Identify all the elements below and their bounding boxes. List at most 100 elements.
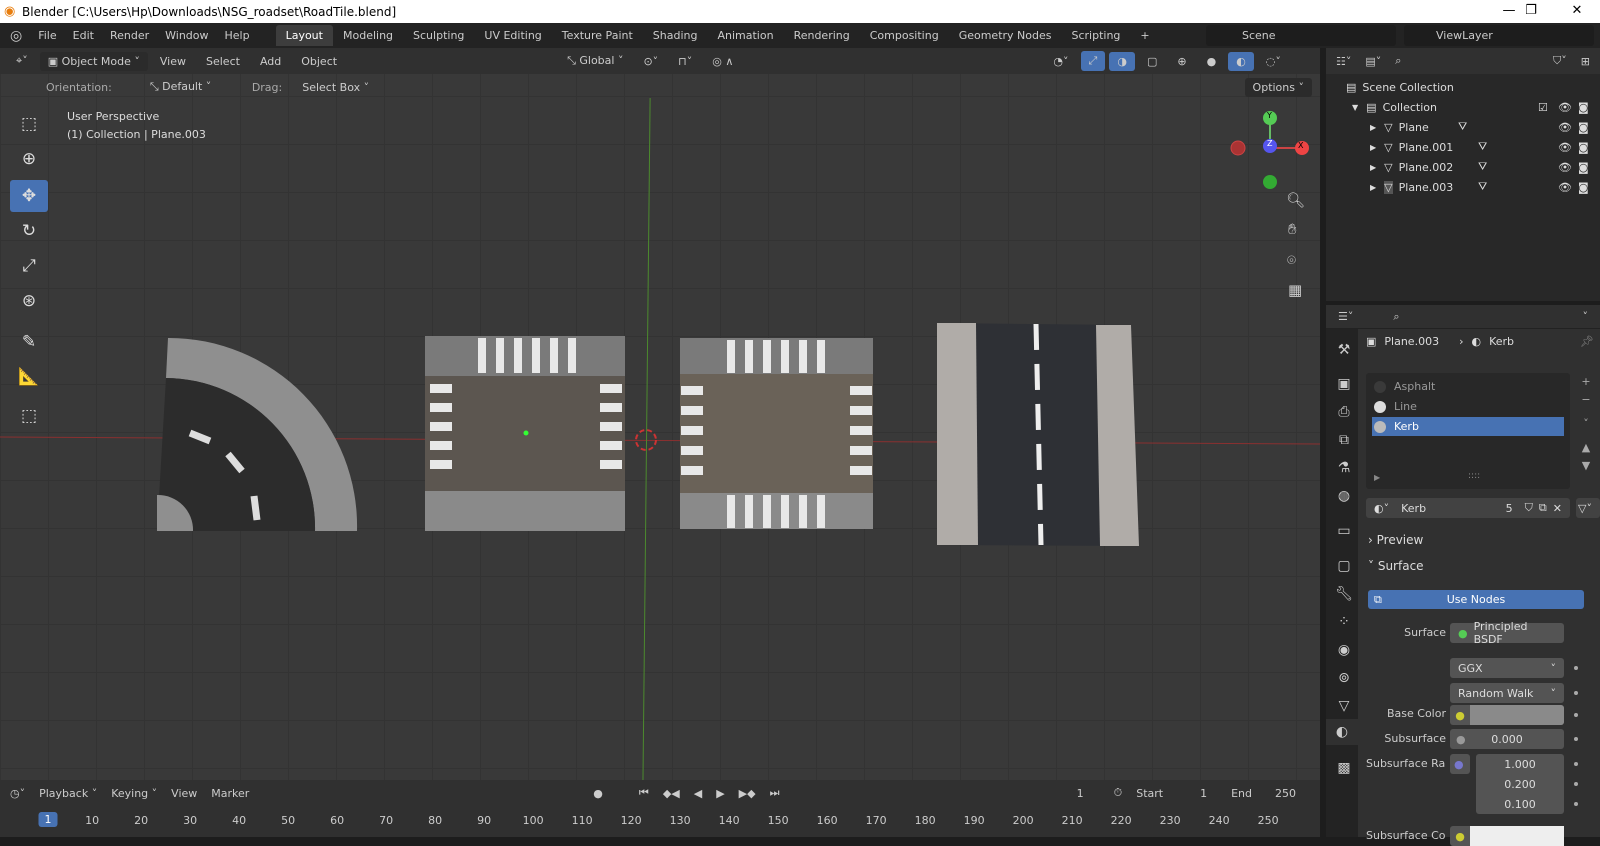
gizmo-x-label[interactable]: X: [1298, 141, 1303, 150]
render-camera-icon[interactable]: ◙: [1578, 161, 1589, 174]
resize-handle[interactable]: ::::: [1468, 471, 1480, 481]
outliner-item-plane-002[interactable]: ▶ ▽ Plane.002 ⛛ 👁︎ ◙: [1326, 157, 1600, 177]
link-type-dropdown[interactable]: ▽˅: [1576, 498, 1600, 518]
use-nodes-button[interactable]: ⧉ Use Nodes: [1368, 590, 1584, 609]
visibility-eye-icon[interactable]: 👁︎: [1558, 161, 1572, 174]
render-camera-icon[interactable]: ◙: [1578, 141, 1589, 154]
particles-tab-icon[interactable]: ⁘: [1330, 609, 1358, 635]
keyframe-dot[interactable]: [1574, 713, 1578, 717]
view-layer-selector[interactable]: ViewLayer: [1404, 25, 1594, 46]
properties-search-icon[interactable]: ⌕: [1393, 310, 1399, 324]
visibility-eye-icon[interactable]: 👁︎: [1558, 141, 1572, 154]
scene-selector[interactable]: Scene: [1206, 25, 1396, 46]
remove-slot-button[interactable]: −: [1576, 391, 1596, 409]
render-tab-icon[interactable]: ▣: [1330, 371, 1358, 397]
tab-scripting[interactable]: Scripting: [1061, 25, 1130, 46]
outliner-editor-type-icon[interactable]: ☷˅: [1336, 55, 1351, 68]
tool-tab-icon[interactable]: ⚒: [1330, 337, 1358, 363]
material-tab-icon[interactable]: ◐: [1326, 719, 1358, 745]
tab-modeling[interactable]: Modeling: [333, 25, 403, 46]
render-camera-icon[interactable]: ◙: [1578, 101, 1589, 114]
mesh-data-icon[interactable]: ⛛: [1478, 180, 1487, 194]
frame-ruler[interactable]: 1 10 20 30 40 50 60 70 80 90 100 110 120 130 140 150 160…: [0, 780, 1320, 837]
outliner-scene-collection[interactable]: ▤ Scene Collection: [1326, 77, 1600, 97]
properties-editor-type-icon[interactable]: ☰˅: [1338, 310, 1353, 323]
subsurface-radius-vector[interactable]: 1.000 0.200 0.100: [1476, 754, 1564, 814]
subsurface-color-field[interactable]: ●: [1450, 826, 1564, 846]
material-slot-kerb[interactable]: Kerb: [1372, 417, 1564, 436]
keyframe-dot[interactable]: [1574, 762, 1578, 766]
data-tab-icon[interactable]: ▽: [1330, 693, 1358, 719]
move-slot-up-button[interactable]: ▲: [1576, 439, 1596, 457]
tab-layout[interactable]: Layout: [275, 25, 333, 46]
menu-window[interactable]: Window: [157, 29, 216, 42]
subsurface-radius-z[interactable]: 0.100: [1504, 798, 1536, 811]
view-layer-tab-icon[interactable]: ⧉: [1330, 427, 1358, 453]
fake-user-icon[interactable]: ⛉: [1525, 501, 1533, 515]
constraints-tab-icon[interactable]: ⊚: [1330, 665, 1358, 691]
subsurface-radius-x[interactable]: 1.000: [1504, 758, 1536, 771]
menu-file[interactable]: File: [30, 29, 64, 42]
material-slot-line[interactable]: Line: [1372, 397, 1564, 416]
duplicate-icon[interactable]: ⧉: [1539, 501, 1547, 515]
tab-compositing[interactable]: Compositing: [860, 25, 949, 46]
blender-menu-icon[interactable]: ◎: [0, 28, 30, 44]
visibility-eye-icon[interactable]: 👁︎: [1558, 181, 1572, 194]
base-color-field[interactable]: ●: [1450, 705, 1564, 725]
output-tab-icon[interactable]: ⎙: [1330, 399, 1358, 425]
subsurface-radius-y[interactable]: 0.200: [1504, 778, 1536, 791]
add-slot-button[interactable]: +: [1576, 373, 1596, 391]
render-camera-icon[interactable]: ◙: [1578, 181, 1589, 194]
subsurface-method-dropdown[interactable]: Random Walk ˅: [1450, 683, 1564, 703]
material-users-count[interactable]: 5: [1506, 502, 1513, 515]
pin-icon[interactable]: 📌︎: [1580, 335, 1594, 348]
keyframe-dot[interactable]: [1574, 802, 1578, 806]
keyframe-dot[interactable]: [1574, 782, 1578, 786]
subsurface-radius-socket[interactable]: ●: [1450, 754, 1470, 774]
maximize-button[interactable]: ❐: [1508, 0, 1554, 23]
collection-tab-icon[interactable]: ▭: [1330, 518, 1358, 544]
zoom-icon[interactable]: 🔍︎: [1286, 191, 1305, 209]
move-slot-down-button[interactable]: ▼: [1576, 457, 1596, 475]
add-workspace-button[interactable]: +: [1130, 25, 1159, 46]
menu-render[interactable]: Render: [102, 29, 157, 42]
search-icon[interactable]: ⌕: [1395, 54, 1401, 68]
material-datablock[interactable]: ◐˅ Kerb 5 ⛉ ⧉ ✕: [1366, 498, 1570, 518]
keyframe-dot[interactable]: [1574, 737, 1578, 741]
filter-icon[interactable]: ⛉˅: [1553, 54, 1567, 68]
scene-tab-icon[interactable]: ⚗: [1330, 455, 1358, 481]
gizmo-z-label[interactable]: Z: [1267, 139, 1272, 148]
outliner-item-plane[interactable]: ▶ ▽ Plane ⛛ 👁︎ ◙: [1326, 117, 1600, 137]
keyframe-dot[interactable]: [1574, 666, 1578, 670]
unlink-icon[interactable]: ✕: [1553, 502, 1562, 515]
keyframe-dot[interactable]: [1574, 691, 1578, 695]
tab-texture-paint[interactable]: Texture Paint: [552, 25, 643, 46]
gizmo-y-label[interactable]: Y: [1267, 111, 1272, 120]
material-slot-asphalt[interactable]: Asphalt: [1372, 377, 1564, 396]
mesh-data-icon[interactable]: ⛛: [1478, 160, 1487, 174]
camera-view-icon[interactable]: ⌾: [1287, 251, 1296, 269]
modifier-tab-icon[interactable]: 🔧︎: [1330, 581, 1358, 607]
new-collection-icon[interactable]: ⊞: [1581, 55, 1590, 68]
tab-shading[interactable]: Shading: [643, 25, 708, 46]
render-camera-icon[interactable]: ◙: [1578, 121, 1589, 134]
outliner-collection[interactable]: ▼ ▤ Collection ☑ 👁︎ ◙: [1326, 97, 1600, 117]
tab-geometry-nodes[interactable]: Geometry Nodes: [949, 25, 1062, 46]
properties-options-icon[interactable]: ˅: [1583, 310, 1589, 323]
expand-icon[interactable]: ▶: [1374, 473, 1380, 482]
surface-panel-header[interactable]: ˅ Surface: [1368, 559, 1424, 573]
pan-hand-icon[interactable]: ✋︎: [1288, 220, 1297, 238]
surface-shader-selector[interactable]: ● Principled BSDF: [1450, 620, 1564, 646]
physics-tab-icon[interactable]: ◉: [1330, 637, 1358, 663]
distribution-dropdown[interactable]: GGX ˅: [1450, 658, 1564, 678]
slot-specials-button[interactable]: ˅: [1576, 415, 1596, 433]
visibility-eye-icon[interactable]: 👁︎: [1558, 121, 1572, 134]
tab-sculpting[interactable]: Sculpting: [403, 25, 474, 46]
tab-animation[interactable]: Animation: [707, 25, 783, 46]
exclude-checkbox[interactable]: ☑: [1538, 101, 1548, 114]
material-browse-icon[interactable]: ◐˅: [1374, 502, 1389, 515]
outliner-item-plane-003[interactable]: ▶ ▽ Plane.003 ⛛ 👁︎ ◙: [1326, 177, 1600, 197]
menu-help[interactable]: Help: [217, 29, 258, 42]
object-tab-icon[interactable]: ▢: [1330, 553, 1358, 579]
display-mode-icon[interactable]: ▤˅: [1365, 55, 1381, 68]
